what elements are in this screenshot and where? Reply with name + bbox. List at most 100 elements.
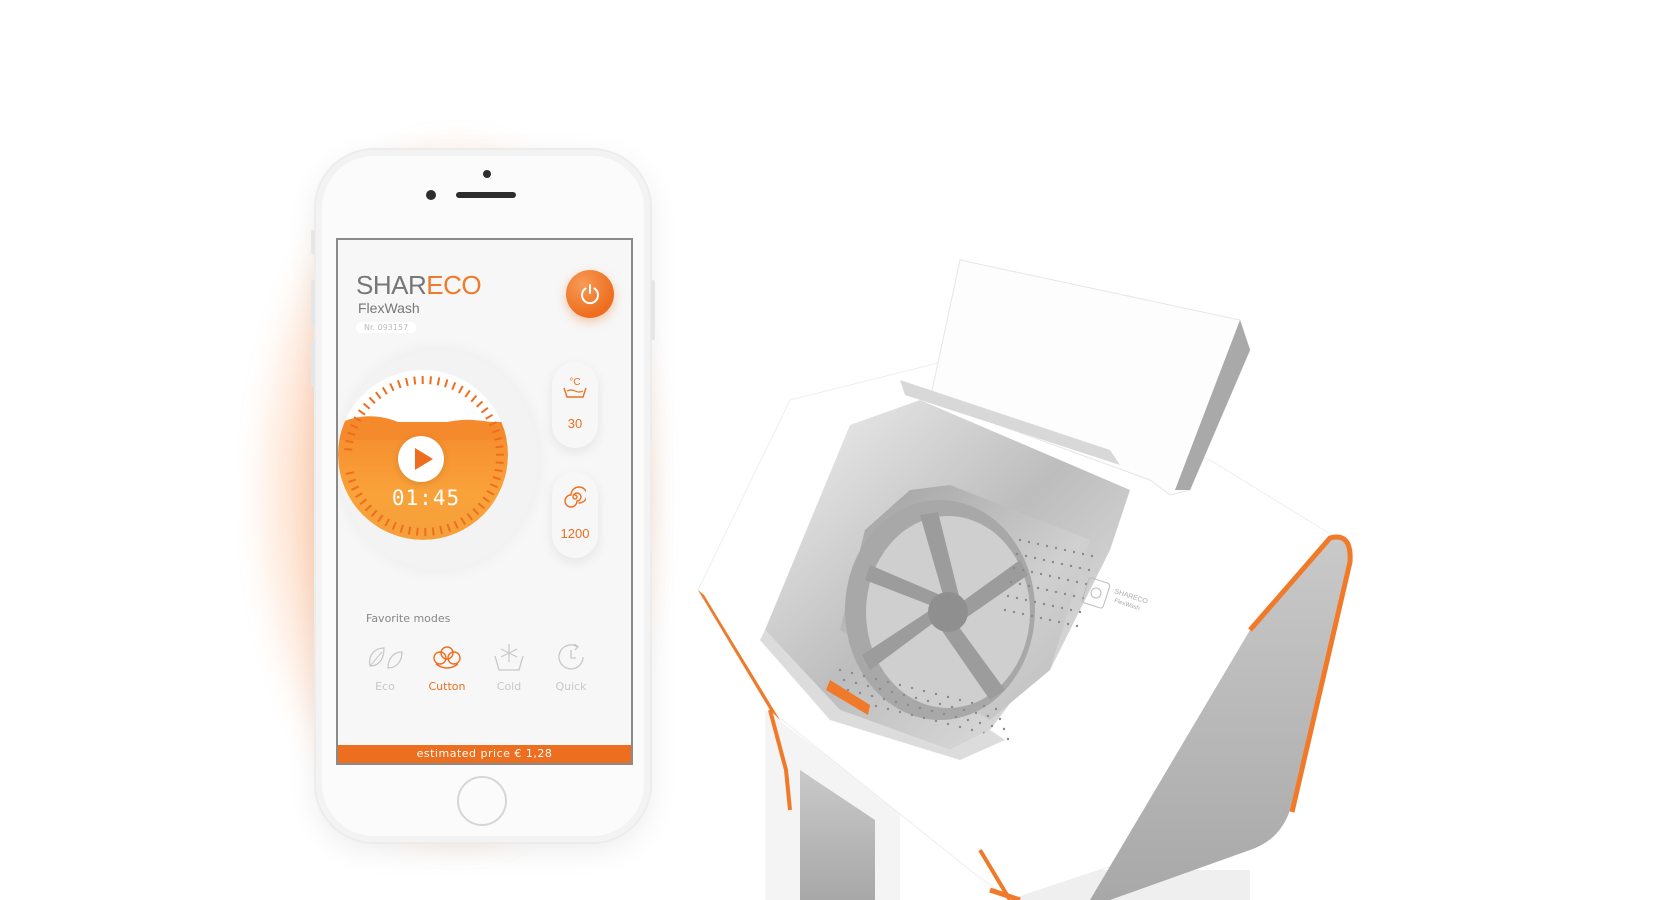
progress-tick <box>491 429 500 434</box>
perforation-hole <box>978 721 982 725</box>
progress-tick <box>485 413 494 420</box>
estimated-price-bar: estimated price € 1,28 <box>338 745 631 763</box>
perforation-hole <box>842 678 846 682</box>
perforation-hole <box>970 728 974 732</box>
play-icon <box>415 448 433 470</box>
mode-quick[interactable]: Quick <box>546 640 596 693</box>
mode-quick-label: Quick <box>555 680 587 693</box>
perforation-hole <box>850 671 854 675</box>
play-button[interactable] <box>398 436 444 482</box>
progress-tick <box>357 409 366 416</box>
front-camera <box>483 170 491 178</box>
progress-tick <box>405 377 409 387</box>
perforation-hole <box>1015 596 1019 600</box>
home-button[interactable] <box>457 776 507 826</box>
progress-tick <box>477 502 486 510</box>
perforation-hole <box>1021 612 1025 616</box>
perforation-hole <box>958 725 962 729</box>
perforation-hole <box>1066 578 1070 582</box>
progress-tick <box>482 496 491 503</box>
perforation-hole <box>1087 568 1091 572</box>
perforation-hole <box>870 694 874 698</box>
perforation-hole <box>1045 588 1049 592</box>
perforation-hole <box>930 709 934 713</box>
progress-tick <box>444 379 449 388</box>
machine-serial: Nr. 093157 <box>356 322 417 333</box>
progress-tick <box>359 498 368 505</box>
remaining-time: 01:45 <box>391 486 461 510</box>
progress-tick <box>493 437 503 441</box>
perforation-hole <box>838 668 842 672</box>
spin-setting[interactable]: 1200 <box>552 472 598 558</box>
perforation-hole <box>958 698 962 702</box>
mute-switch <box>311 230 315 254</box>
mode-cotton[interactable]: Cutton <box>422 640 472 693</box>
machine-model: FlexWash <box>358 300 420 316</box>
temperature-setting[interactable]: °C 30 <box>552 362 598 448</box>
brand-prefix: SHAR <box>356 270 427 300</box>
perforation-hole <box>934 719 938 723</box>
snowflake-icon <box>494 644 524 671</box>
mode-cold[interactable]: Cold <box>484 640 534 693</box>
perforation-hole <box>1072 594 1076 598</box>
progress-tick <box>389 383 395 392</box>
app-screen: SHARECO FlexWash Nr. 093157 01:45 °C 30 … <box>336 238 633 765</box>
perforation-hole <box>854 681 858 685</box>
progress-tick <box>353 416 362 422</box>
perforation-hole <box>1039 616 1043 620</box>
perforation-hole <box>918 706 922 710</box>
perforation-hole <box>878 687 882 691</box>
quick-timer-icon <box>558 643 584 670</box>
perforation-hole <box>946 722 950 726</box>
perforation-hole <box>1030 570 1034 574</box>
perforation-hole <box>1027 584 1031 588</box>
brand-suffix: ECO <box>426 270 482 300</box>
perforation-hole <box>1090 554 1094 558</box>
perforation-hole <box>914 696 918 700</box>
perforation-hole <box>1063 592 1067 596</box>
progress-tick <box>458 385 464 394</box>
perforation-hole <box>910 713 914 717</box>
smartphone: SHARECO FlexWash Nr. 093157 01:45 °C 30 … <box>311 150 655 842</box>
progress-tick <box>439 525 443 535</box>
perforation-hole <box>1057 576 1061 580</box>
mode-eco[interactable]: Eco <box>360 640 410 693</box>
app-brand: SHARECO <box>356 270 482 301</box>
temperature-value: 30 <box>567 416 583 431</box>
volume-down-button <box>311 340 315 386</box>
perforation-hole <box>1060 562 1064 566</box>
celsius-glyph: °C <box>569 377 580 388</box>
perforation-hole <box>1069 608 1073 612</box>
spin-value: 1200 <box>560 526 590 541</box>
proximity-sensor <box>426 190 436 200</box>
perforation-hole <box>1069 564 1073 568</box>
spin-icon <box>564 486 586 508</box>
perforation-hole <box>1036 586 1040 590</box>
progress-tick <box>349 423 359 429</box>
perforation-hole <box>1027 540 1031 544</box>
perforation-hole <box>898 710 902 714</box>
perforation-hole <box>1036 542 1040 546</box>
progress-tick <box>460 517 467 526</box>
perforation-hole <box>926 699 930 703</box>
cotton-icon <box>433 646 461 669</box>
progress-tick <box>345 471 355 475</box>
perforation-hole <box>986 714 990 718</box>
perforation-hole <box>1051 604 1055 608</box>
progress-tick <box>347 431 356 436</box>
perforation-hole <box>862 674 866 678</box>
perforation-hole <box>1021 568 1025 572</box>
progress-tick <box>354 492 363 499</box>
perforation-hole <box>974 711 978 715</box>
progress-tick <box>475 400 484 408</box>
perforation-hole <box>858 691 862 695</box>
progress-tick <box>344 448 353 451</box>
progress-tick <box>362 402 371 410</box>
progress-tick <box>399 524 404 533</box>
mode-eco-label: Eco <box>375 680 395 693</box>
perforation-hole <box>1003 608 1007 612</box>
progress-tick <box>351 485 360 491</box>
progress-tick <box>429 376 432 385</box>
power-button[interactable] <box>566 270 614 318</box>
perforation-hole <box>1024 554 1028 558</box>
